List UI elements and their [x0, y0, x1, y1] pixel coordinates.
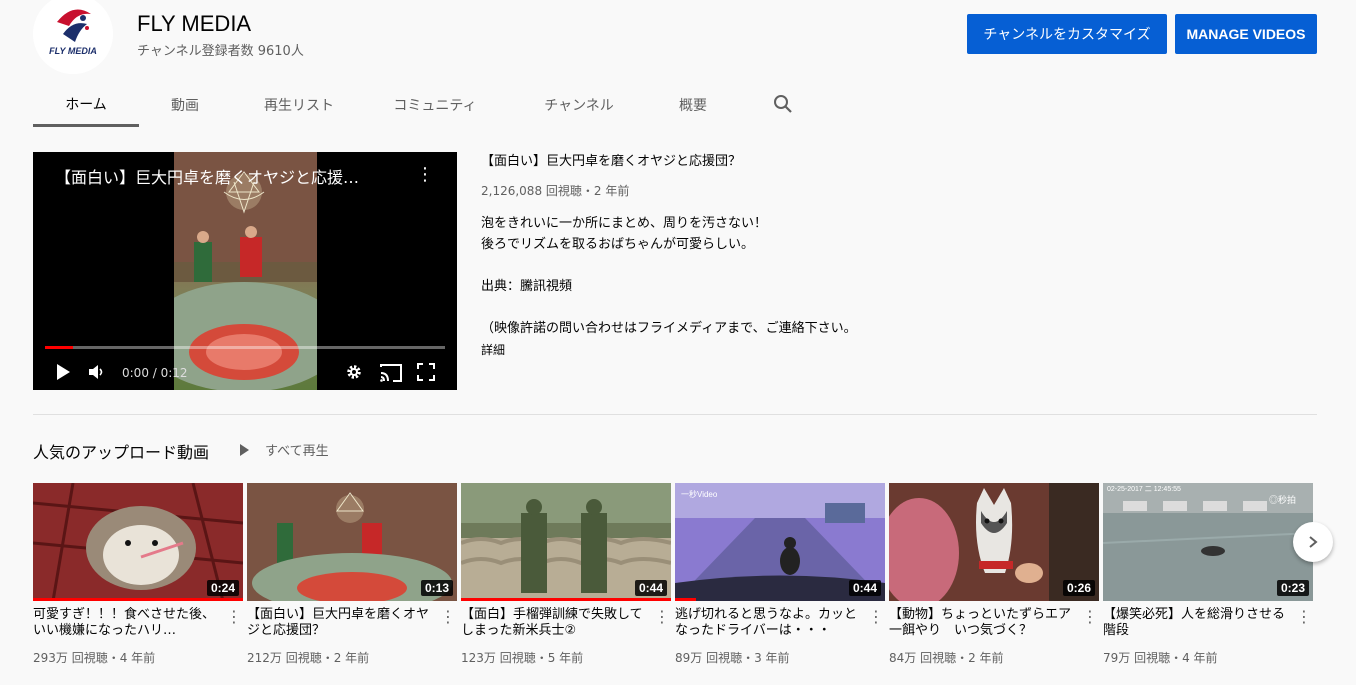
play-all-button[interactable]: すべて再生	[240, 440, 329, 459]
section-divider	[33, 414, 1317, 415]
video-thumbnail[interactable]: 一秒Video 0:44	[675, 483, 885, 601]
thumbnail-watermark: ◎秒拍	[1269, 494, 1296, 505]
video-card[interactable]: 一秒Video 0:44 逃げ切れると思うなよ。カッとなったドライバーは・・・ …	[675, 483, 885, 665]
volume-icon[interactable]	[87, 363, 105, 385]
video-thumbnail[interactable]: 0:24	[33, 483, 243, 601]
fullscreen-icon[interactable]	[417, 363, 435, 385]
player-progress-fill	[45, 346, 73, 349]
video-meta: 293万 回視聴・4 年前	[33, 651, 156, 665]
more-vert-icon[interactable]: ⋮	[440, 607, 456, 626]
video-duration: 0:44	[634, 580, 667, 596]
player-time: 0:00 / 0:12	[122, 366, 188, 380]
video-meta: 89万 回視聴・3 年前	[675, 651, 790, 665]
search-icon[interactable]	[771, 92, 795, 120]
play-icon[interactable]	[55, 363, 71, 385]
video-meta: 212万 回視聴・2 年前	[247, 651, 370, 665]
channel-header: FLY MEDIA FLY MEDIA チャンネル登録者数 9610人 チャンネ…	[0, 0, 1356, 128]
watched-progress	[675, 598, 696, 601]
video-duration: 0:26	[1062, 580, 1095, 596]
video-thumbnail[interactable]: 0:44	[461, 483, 671, 601]
manage-videos-button[interactable]: MANAGE VIDEOS	[1175, 14, 1317, 54]
featured-video-title[interactable]: 【面白い】巨大円卓を磨くオヤジと応援団？	[481, 150, 871, 169]
video-card[interactable]: 0:44 【面白】手榴弾訓練で失敗してしまった新米兵士② ⋮ 123万 回視聴・…	[461, 483, 671, 665]
cast-icon[interactable]	[379, 363, 403, 387]
more-vert-icon[interactable]: ⋮	[868, 607, 884, 626]
avatar-logo-text: FLY MEDIA	[49, 46, 97, 56]
video-meta: 79万 回視聴・4 年前	[1103, 651, 1218, 665]
video-card[interactable]: 02-25-2017 二 12:45:55 ◎秒拍 0:23 【爆笑必死】人を総…	[1103, 483, 1313, 665]
channel-avatar[interactable]: FLY MEDIA	[33, 0, 113, 74]
tab-about[interactable]: 概要	[657, 84, 729, 126]
featured-video-player[interactable]: 【面白い】巨大円卓を磨くオヤジと応援… ⋮ 0:00 / 0:12	[33, 152, 457, 390]
thumbnail-watermark: 一秒Video	[681, 489, 718, 499]
featured-video-meta: 2,126,088 回視聴・2 年前	[481, 184, 630, 198]
thumbnail-timestamp: 02-25-2017 二 12:45:55	[1107, 486, 1181, 493]
video-duration: 0:24	[206, 580, 239, 596]
subscriber-count: チャンネル登録者数 9610人	[137, 44, 304, 59]
video-duration: 0:44	[848, 580, 881, 596]
gear-icon[interactable]	[345, 363, 363, 385]
chevron-right-icon[interactable]	[1293, 522, 1333, 562]
shelf-title[interactable]: 人気のアップロード動画	[33, 439, 209, 463]
video-title[interactable]: 【爆笑必死】人を総滑りさせる階段	[1103, 607, 1289, 639]
watched-progress	[461, 598, 671, 601]
more-vert-icon[interactable]: ⋮	[226, 607, 242, 626]
video-thumbnail[interactable]: 0:26	[889, 483, 1099, 601]
video-thumbnail[interactable]: 02-25-2017 二 12:45:55 ◎秒拍 0:23	[1103, 483, 1313, 601]
more-vert-icon[interactable]: ⋮	[1082, 607, 1098, 626]
video-duration: 0:23	[1276, 580, 1309, 596]
customize-channel-button[interactable]: チャンネルをカスタマイズ	[967, 14, 1167, 54]
player-title: 【面白い】巨大円卓を磨くオヤジと応援…	[55, 168, 360, 187]
tab-community[interactable]: コミュニティ	[383, 84, 487, 126]
video-title[interactable]: 可愛すぎ！！！食べさせた後、いい機嫌になったハリ…	[33, 607, 219, 639]
video-card[interactable]: 0:24 可愛すぎ！！！食べさせた後、いい機嫌になったハリ… ⋮ 293万 回視…	[33, 483, 243, 665]
featured-video-description: 泡をきれいに一か所にまとめ、周りを汚さない！ 後ろでリズムを取るおばちゃんが可愛…	[481, 216, 857, 336]
video-title[interactable]: 【面白い】巨大円卓を磨くオヤジと応援団？	[247, 607, 433, 639]
video-thumbnail[interactable]: 0:13	[247, 483, 457, 601]
video-title[interactable]: 逃げ切れると思うなよ。カッとなったドライバーは・・・	[675, 607, 861, 639]
read-more-link[interactable]: 詳細	[481, 341, 871, 358]
video-card[interactable]: 0:13 【面白い】巨大円卓を磨くオヤジと応援団？ ⋮ 212万 回視聴・2 年…	[247, 483, 457, 665]
video-meta: 84万 回視聴・2 年前	[889, 651, 1004, 665]
featured-video-info: 【面白い】巨大円卓を磨くオヤジと応援団？ 2,126,088 回視聴・2 年前 …	[481, 150, 871, 358]
play-all-icon	[240, 443, 249, 456]
video-title[interactable]: 【動物】ちょっといたずらエア一餌やり いつ気づく？	[889, 607, 1075, 639]
video-card[interactable]: 0:26 【動物】ちょっといたずらエア一餌やり いつ気づく？ ⋮ 84万 回視聴…	[889, 483, 1099, 665]
tab-playlists[interactable]: 再生リスト	[247, 84, 351, 126]
tab-channels[interactable]: チャンネル	[527, 84, 631, 126]
channel-name: FLY MEDIA	[137, 11, 252, 36]
watched-progress	[33, 598, 243, 601]
more-vert-icon[interactable]: ⋮	[1296, 607, 1312, 626]
video-duration: 0:13	[420, 580, 453, 596]
player-progress-bar[interactable]	[45, 346, 445, 349]
more-vert-icon[interactable]: ⋮	[416, 164, 434, 185]
more-vert-icon[interactable]: ⋮	[654, 607, 670, 626]
play-all-label: すべて再生	[265, 444, 329, 459]
video-meta: 123万 回視聴・5 年前	[461, 651, 584, 665]
video-title[interactable]: 【面白】手榴弾訓練で失敗してしまった新米兵士②	[461, 607, 647, 639]
tab-home[interactable]: ホーム	[33, 84, 139, 127]
tab-videos[interactable]: 動画	[153, 84, 217, 126]
channel-logo-icon: FLY MEDIA	[33, 0, 113, 74]
